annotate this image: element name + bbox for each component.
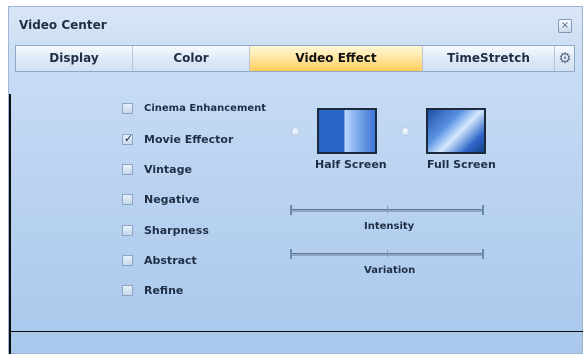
check-icon: ✓ [124,132,134,145]
slider-end [482,249,484,259]
effect-label: Refine [144,284,184,297]
tab-display[interactable]: Display [16,46,133,71]
effect-cinema-enhancement[interactable]: Cinema Enhancement [122,100,292,118]
checkbox[interactable] [122,285,133,296]
tab-color[interactable]: Color [133,46,250,71]
effect-negative[interactable]: Negative [122,191,292,209]
effect-label: Abstract [144,254,197,267]
effect-label: Cinema Enhancement [144,103,267,114]
effect-abstract[interactable]: Abstract [122,252,292,270]
checkbox[interactable] [122,225,133,236]
gear-icon[interactable]: ⚙ [555,46,575,71]
title-bar[interactable]: Video Center × [9,7,582,45]
variation-slider[interactable] [290,249,484,259]
panel-bottom-border [9,331,583,332]
effect-sharpness[interactable]: Sharpness [122,222,292,240]
effect-label: Negative [144,193,200,206]
video-center-window: Video Center × Display Color Video Effec… [8,6,583,354]
checkbox[interactable] [122,164,133,175]
intensity-slider[interactable] [290,205,484,215]
panel-bottom-left-border [9,331,11,354]
slider-end [290,205,292,215]
slider-tick [387,250,388,257]
checkbox[interactable] [122,103,133,114]
effect-refine[interactable]: Refine [122,282,292,300]
tab-strip: Display Color Video Effect TimeStretch ⚙ [15,45,575,72]
slider-tick [387,206,388,213]
panel-left-border [9,94,11,331]
slider-end [290,249,292,259]
full-screen-radio[interactable] [401,127,410,136]
close-icon[interactable]: × [558,19,572,33]
effect-label: Vintage [144,163,192,176]
tab-video-effect[interactable]: Video Effect [250,46,423,71]
variation-label: Variation [364,265,416,276]
full-screen-label: Full Screen [427,158,496,171]
window-title: Video Center [19,18,107,32]
half-screen-preview[interactable] [317,108,377,154]
checkbox[interactable] [122,194,133,205]
tab-timestretch[interactable]: TimeStretch [423,46,555,71]
intensity-label: Intensity [364,221,415,232]
slider-end [482,205,484,215]
checkbox[interactable]: ✓ [122,132,134,145]
effect-label: Movie Effector [144,133,234,146]
effect-label: Sharpness [144,224,209,237]
effect-vintage[interactable]: Vintage [122,161,292,179]
half-screen-label: Half Screen [315,158,387,171]
checkbox[interactable] [122,255,133,266]
half-screen-radio[interactable] [291,127,300,136]
full-screen-preview[interactable] [426,108,486,154]
effect-movie-effector[interactable]: ✓ Movie Effector [122,131,292,149]
